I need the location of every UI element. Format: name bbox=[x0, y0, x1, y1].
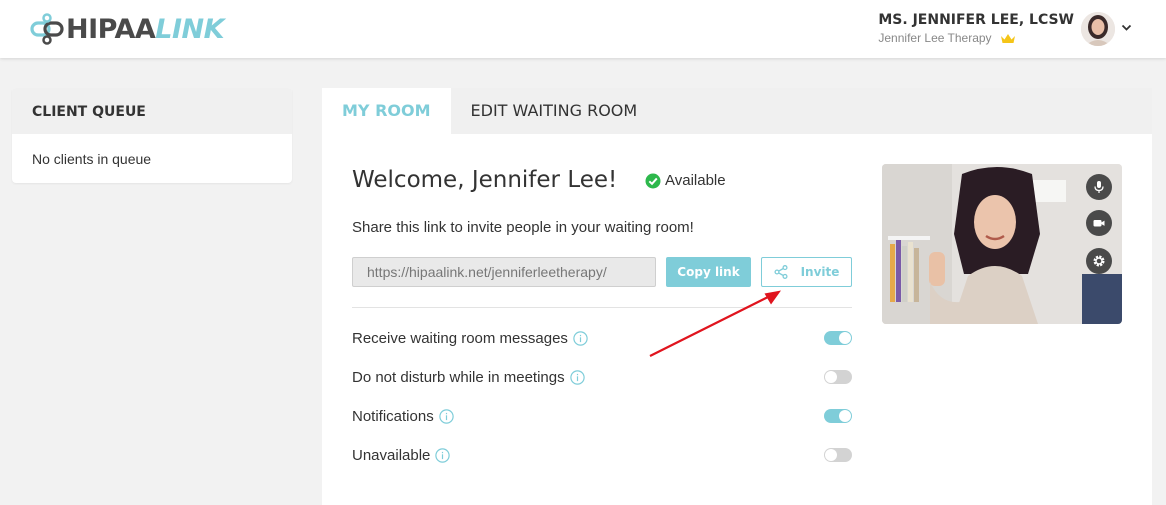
tab-edit-waiting-room[interactable]: EDIT WAITING ROOM bbox=[451, 88, 658, 134]
setting-row-do-not-disturb: Do not disturb while in meetings bbox=[352, 367, 852, 387]
setting-row-notifications: Notifications bbox=[352, 406, 852, 426]
welcome-heading: Welcome, Jennifer Lee! bbox=[352, 167, 618, 193]
camera-icon bbox=[1093, 220, 1105, 227]
invite-button[interactable]: Invite bbox=[761, 257, 852, 287]
info-icon[interactable] bbox=[569, 369, 585, 385]
hipaalink-logo[interactable]: HIPAA LINK bbox=[30, 10, 225, 48]
setting-label: Notifications bbox=[352, 407, 434, 425]
share-instructions: Share this link to invite people in your… bbox=[352, 219, 694, 236]
settings-gear-icon bbox=[1093, 255, 1105, 267]
video-settings-button[interactable] bbox=[1086, 248, 1112, 274]
client-queue-empty: No clients in queue bbox=[32, 151, 152, 167]
info-icon[interactable] bbox=[439, 408, 454, 424]
toggle-unavailable[interactable] bbox=[824, 448, 852, 462]
setting-label: Unavailable bbox=[352, 446, 431, 464]
camera-preview bbox=[882, 164, 1122, 324]
availability-status: Available bbox=[645, 172, 726, 189]
camera-button[interactable] bbox=[1086, 210, 1112, 236]
check-circle-icon bbox=[645, 173, 661, 188]
top-header: HIPAA LINK MS. JENNIFER LEE, LCSW Jennife… bbox=[0, 0, 1166, 58]
user-info[interactable]: MS. JENNIFER LEE, LCSW Jennifer Lee Ther… bbox=[878, 12, 1074, 45]
toggle-notifications[interactable] bbox=[824, 409, 852, 423]
avatar-portrait bbox=[1081, 12, 1115, 46]
user-name: MS. JENNIFER LEE, LCSW bbox=[878, 12, 1074, 28]
chevron-down-icon[interactable] bbox=[1120, 21, 1133, 34]
share-icon bbox=[774, 265, 788, 279]
setting-row-unavailable: Unavailable bbox=[352, 445, 852, 465]
microphone-button[interactable] bbox=[1086, 174, 1112, 200]
client-queue-panel: CLIENT QUEUE No clients in queue bbox=[12, 88, 292, 183]
user-organization: Jennifer Lee Therapy bbox=[878, 31, 1074, 45]
tab-my-room[interactable]: MY ROOM bbox=[322, 88, 451, 134]
logo-text-primary: HIPAA bbox=[66, 13, 156, 45]
toggle-waiting-room-messages[interactable] bbox=[824, 331, 852, 345]
setting-label: Do not disturb while in meetings bbox=[352, 368, 565, 386]
room-tabs: MY ROOM EDIT WAITING ROOM bbox=[322, 88, 1152, 134]
microphone-icon bbox=[1094, 181, 1104, 193]
annotation-arrow bbox=[649, 290, 781, 357]
info-icon[interactable] bbox=[435, 447, 451, 463]
room-link-field[interactable] bbox=[352, 257, 656, 287]
user-avatar[interactable] bbox=[1081, 12, 1115, 46]
client-queue-title: CLIENT QUEUE bbox=[12, 88, 292, 134]
toggle-do-not-disturb[interactable] bbox=[824, 370, 852, 384]
copy-link-button[interactable]: Copy link bbox=[666, 257, 751, 287]
organization-name: Jennifer Lee Therapy bbox=[878, 31, 992, 45]
setting-label: Receive waiting room messages bbox=[352, 329, 568, 347]
availability-status-text: Available bbox=[665, 172, 726, 189]
info-icon[interactable] bbox=[573, 330, 588, 346]
crown-icon bbox=[1000, 33, 1015, 43]
logo-text-secondary: LINK bbox=[155, 13, 225, 45]
invite-button-label: Invite bbox=[800, 265, 840, 279]
link-chain-icon bbox=[30, 13, 64, 45]
